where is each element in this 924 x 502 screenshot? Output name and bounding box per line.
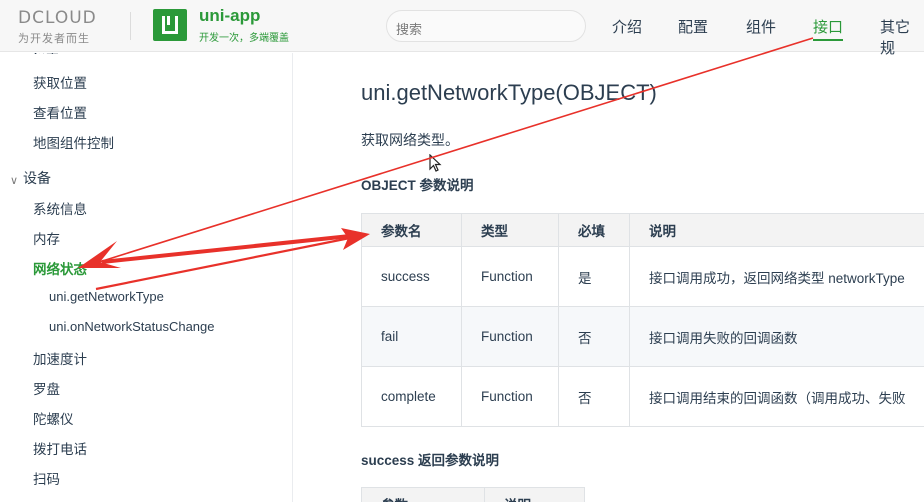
param-description: 接口调用结束的回调函数（调用成功、失败 [629, 366, 924, 427]
param-required: 是 [558, 246, 630, 307]
param-type: Function [461, 306, 559, 367]
table-row: fail Function 否 接口调用失败的回调函数 [361, 306, 924, 367]
sidebar-item-system-info[interactable]: 系统信息 [33, 198, 87, 218]
main-content: uni.getNetworkType(OBJECT) 获取网络类型。 OBJEC… [294, 53, 924, 502]
chevron-down-icon[interactable]: ∨ [10, 174, 18, 187]
nav-intro[interactable]: 介绍 [612, 16, 642, 37]
dcloud-slogan: 为开发者而生 [18, 33, 90, 45]
page-title: uni.getNetworkType(OBJECT) [361, 80, 657, 105]
dcloud-logo[interactable]: DCLOUD 为开发者而生 [18, 8, 97, 46]
table-row: complete Function 否 接口调用结束的回调函数（调用成功、失败 [361, 366, 924, 427]
table-header-row: 参数名 类型 必填 说明 [361, 213, 924, 247]
sidebar-item-location-cut[interactable]: 位置 [33, 53, 59, 54]
uni-app-logo-icon[interactable] [153, 9, 187, 41]
sidebar-item-open-location[interactable]: 查看位置 [33, 102, 87, 122]
sidebar-item-memory[interactable]: 内存 [33, 228, 60, 248]
sidebar: 位置 获取位置 查看位置 地图组件控制 ∨ 设备 系统信息 内存 网络状态 un… [0, 53, 293, 502]
sidebar-item-network-status[interactable]: 网络状态 [33, 258, 87, 278]
column-header: 必填 [558, 213, 630, 247]
search-input[interactable]: 搜索 [386, 10, 586, 42]
dcloud-wordmark: DCLOUD [18, 8, 97, 28]
api-description: 获取网络类型。 [361, 132, 459, 148]
sidebar-item-gyroscope[interactable]: 陀螺仪 [33, 408, 74, 428]
param-required: 否 [558, 366, 630, 427]
nav-components[interactable]: 组件 [746, 16, 776, 37]
param-name: success [361, 246, 462, 307]
column-header: 说明 [484, 487, 585, 502]
table-header-row: 参数 说明 [361, 487, 585, 502]
top-header: DCLOUD 为开发者而生 uni-app 开发一次，多端覆盖 搜索 介绍 配置… [0, 0, 924, 57]
column-header: 参数 [361, 487, 485, 502]
nav-other[interactable]: 其它规 [880, 16, 924, 58]
app-slogan: 开发一次，多端覆盖 [199, 33, 289, 44]
nav-config[interactable]: 配置 [678, 16, 708, 37]
object-params-heading: OBJECT 参数说明 [361, 178, 474, 193]
sidebar-subitem-get-network-type[interactable]: uni.getNetworkType [49, 289, 164, 304]
param-description: 接口调用成功，返回网络类型 networkType [629, 246, 924, 307]
nav-api[interactable]: 接口 [813, 16, 844, 41]
sidebar-item-phone-call[interactable]: 拨打电话 [33, 438, 87, 458]
param-name: fail [361, 306, 462, 367]
sidebar-item-map-control[interactable]: 地图组件控制 [33, 132, 114, 152]
param-type: Function [461, 246, 559, 307]
mouse-cursor-icon [429, 154, 442, 172]
column-header: 说明 [629, 213, 924, 247]
sidebar-item-accelerometer[interactable]: 加速度计 [33, 348, 87, 368]
sidebar-group-device[interactable]: 设备 [23, 168, 51, 188]
sidebar-item-get-location[interactable]: 获取位置 [33, 72, 87, 92]
table-row: success Function 是 接口调用成功，返回网络类型 network… [361, 246, 924, 307]
column-header: 参数名 [361, 213, 462, 247]
column-header: 类型 [461, 213, 559, 247]
sidebar-item-scan-code[interactable]: 扫码 [33, 468, 60, 488]
param-type: Function [461, 366, 559, 427]
param-required: 否 [558, 306, 630, 367]
sidebar-subitem-on-network-status-change[interactable]: uni.onNetworkStatusChange [49, 319, 215, 334]
param-name: complete [361, 366, 462, 427]
param-description: 接口调用失败的回调函数 [629, 306, 924, 367]
success-params-heading: success 返回参数说明 [361, 453, 500, 468]
success-params-table: 参数 说明 [361, 487, 585, 502]
params-table: 参数名 类型 必填 说明 success Function 是 接口调用成功，返… [361, 213, 924, 427]
search-placeholder: 搜索 [396, 22, 423, 37]
sidebar-item-compass[interactable]: 罗盘 [33, 378, 60, 398]
header-divider [130, 12, 131, 40]
app-name[interactable]: uni-app [199, 6, 260, 26]
